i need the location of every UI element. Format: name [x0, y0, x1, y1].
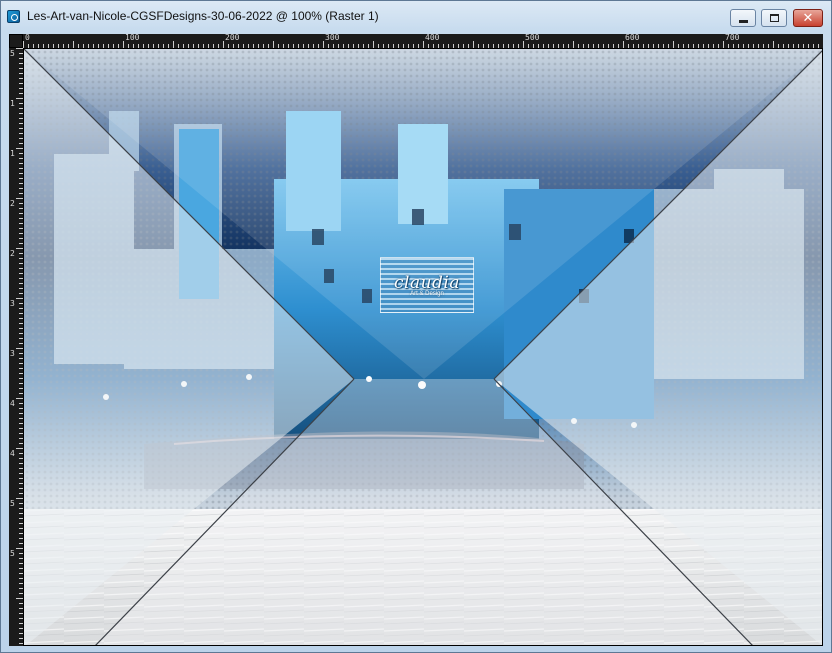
- ruler-corner[interactable]: [9, 34, 23, 48]
- minimize-button[interactable]: [730, 9, 756, 27]
- horizontal-ruler[interactable]: 0 100 200 300 400 500 600 700: [23, 34, 823, 48]
- ruler-label: 100: [125, 34, 140, 42]
- image-window: Les-Art-van-Nicole-CGSFDesigns-30-06-202…: [0, 0, 832, 653]
- ruler-label: 1: [10, 99, 15, 108]
- watermark-subtext: Art & Design: [410, 291, 444, 297]
- app-icon[interactable]: [7, 10, 20, 23]
- ruler-label: 5: [10, 49, 15, 58]
- watermark-logo: claudia Art & Design: [380, 257, 474, 313]
- title-bar[interactable]: Les-Art-van-Nicole-CGSFDesigns-30-06-202…: [1, 1, 831, 31]
- maximize-icon: [769, 14, 779, 22]
- ruler-label: 600: [625, 34, 640, 42]
- close-icon: ✕: [802, 10, 814, 26]
- image-canvas[interactable]: claudia Art & Design: [23, 48, 823, 646]
- ruler-label: 5: [10, 499, 15, 508]
- ruler-label: 1: [10, 149, 15, 158]
- castle-artwork: [24, 49, 822, 645]
- ruler-label: 3: [10, 299, 15, 308]
- ruler-label: 2: [10, 249, 15, 258]
- ruler-label: 0: [25, 34, 30, 42]
- ruler-label: 2: [10, 199, 15, 208]
- ruler-label: 3: [10, 349, 15, 358]
- horizontal-ruler-ticks: [23, 38, 823, 48]
- ruler-label: 5: [10, 549, 15, 558]
- ruler-label: 500: [525, 34, 540, 42]
- vertical-ruler[interactable]: 5 1 1 2 2 3 3 4 4 5 5: [9, 48, 23, 646]
- ruler-label: 4: [10, 449, 15, 458]
- ruler-label: 400: [425, 34, 440, 42]
- maximize-button[interactable]: [761, 9, 787, 27]
- ruler-label: 200: [225, 34, 240, 42]
- ruler-label: 4: [10, 399, 15, 408]
- vertical-ruler-ticks: [14, 48, 23, 646]
- close-button[interactable]: ✕: [793, 9, 823, 27]
- watermark-text: claudia: [394, 273, 460, 293]
- window-title: Les-Art-van-Nicole-CGSFDesigns-30-06-202…: [27, 9, 379, 23]
- ruler-label: 300: [325, 34, 340, 42]
- ruler-label: 700: [725, 34, 740, 42]
- minimize-icon: [738, 19, 748, 23]
